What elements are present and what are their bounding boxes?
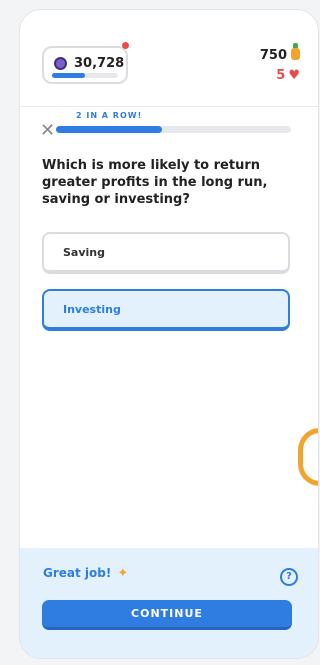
answer-option-saving[interactable]: Saving: [42, 232, 290, 274]
help-icon[interactable]: ?: [280, 568, 298, 586]
pineapple-icon: [291, 43, 300, 60]
answer-option-label: Saving: [63, 246, 105, 259]
answer-option-investing[interactable]: Investing: [42, 289, 290, 331]
gem-progress-fill: [52, 73, 85, 78]
continue-button[interactable]: CONTINUE: [42, 600, 292, 630]
gem-progress-track: [52, 73, 118, 78]
gem-count: 30,728: [74, 56, 125, 71]
lesson-progress-fill: [56, 126, 162, 133]
question-text: Which is more likely to return greater p…: [42, 158, 268, 207]
close-icon[interactable]: ✕: [40, 122, 55, 140]
gem-icon: [54, 57, 67, 70]
streak-label: 2 IN A ROW!: [76, 111, 143, 120]
feedback-panel: Great job! ✦ ? CONTINUE: [20, 548, 318, 658]
lives-display: 5 ♥: [276, 68, 300, 83]
heart-icon: ♥: [288, 68, 300, 83]
mascot-peek-icon: [298, 428, 318, 486]
answer-option-label: Investing: [63, 303, 121, 316]
top-bar: 30,728 750 5 ♥: [20, 10, 318, 106]
app-screen: 30,728 750 5 ♥ ✕ 2 IN A ROW! Which is mor…: [19, 9, 319, 659]
feedback-message: Great job! ✦: [43, 566, 128, 581]
sparkle-icon: ✦: [117, 566, 129, 581]
lives-count: 5: [276, 68, 286, 83]
gem-balance-chip[interactable]: 30,728: [42, 46, 128, 84]
lesson-progress-track: [56, 126, 291, 133]
header-divider: [20, 106, 318, 107]
feedback-message-text: Great job!: [43, 566, 112, 580]
points-count: 750: [259, 48, 287, 63]
points-display: 750: [259, 43, 300, 63]
notification-dot: [122, 42, 129, 49]
